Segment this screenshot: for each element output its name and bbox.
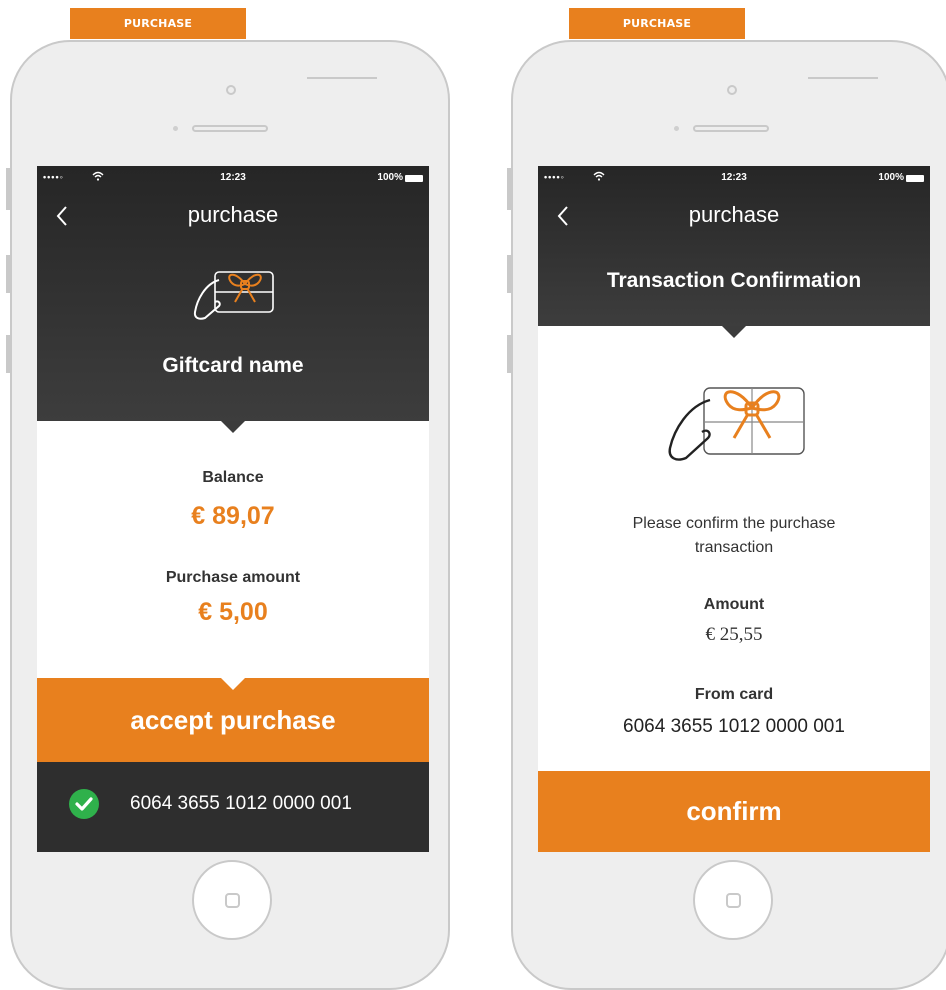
nav-title: purchase [688, 202, 780, 227]
confirm-message: Please confirm the purchase transaction [632, 515, 836, 556]
screen-right: ••••◦ 12:23 100% purchase Transaction Co… [538, 166, 930, 852]
phone-top-edge [808, 77, 878, 79]
screen-left: ••••◦ 12:23 100% purchase Giftcard name … [37, 166, 429, 852]
battery-percent: 100% [377, 172, 403, 183]
status-bar: ••••◦ 12:23 100% [37, 171, 429, 186]
proximity-sensor [674, 126, 679, 131]
status-bar: ••••◦ 12:23 100% [538, 171, 930, 186]
header-pointer [722, 326, 746, 338]
nav-title: purchase [187, 202, 279, 227]
header-pointer [221, 421, 245, 433]
proximity-sensor [173, 126, 178, 131]
amount-value: € 25,55 [705, 624, 763, 645]
home-square-icon [726, 893, 741, 908]
card-bar: 6064 3655 1012 0000 001 [37, 762, 429, 852]
purchase-tab-left: PURCHASE [70, 8, 246, 39]
earpiece-speaker [693, 125, 769, 132]
mute-switch [6, 168, 10, 210]
earpiece-speaker [192, 125, 268, 132]
giftcard-name: Giftcard name [162, 354, 304, 377]
amount-label: Amount [703, 596, 765, 613]
volume-up-button [507, 255, 511, 293]
balance-label: Balance [202, 469, 264, 486]
from-card-label: From card [694, 686, 774, 703]
transaction-heading: Transaction Confirmation [606, 269, 862, 292]
front-camera [226, 85, 236, 95]
battery-icon [906, 175, 924, 182]
confirm-label: confirm [686, 796, 782, 826]
header-panel: ••••◦ 12:23 100% purchase Transaction Co… [538, 166, 930, 326]
volume-down-button [6, 335, 10, 373]
status-time: 12:23 [220, 172, 246, 183]
accept-purchase-button[interactable]: accept purchase [37, 678, 429, 762]
card-number: 6064 3655 1012 0000 001 [130, 793, 352, 814]
battery-icon [405, 175, 423, 182]
accept-purchase-label: accept purchase [130, 704, 336, 735]
home-button[interactable] [192, 860, 272, 940]
home-square-icon [225, 893, 240, 908]
confirm-button[interactable]: confirm [538, 771, 930, 852]
purchase-amount-label: Purchase amount [165, 569, 301, 586]
nav-bar: purchase [538, 200, 930, 230]
from-card-value: 6064 3655 1012 0000 001 [623, 716, 845, 737]
button-notch [221, 678, 245, 690]
purchase-tab-right: PURCHASE [569, 8, 745, 39]
volume-up-button [6, 255, 10, 293]
balance-value: € 89,07 [191, 502, 275, 530]
phone-top-edge [307, 77, 377, 79]
volume-down-button [507, 335, 511, 373]
giftcard-hand-icon [668, 387, 805, 461]
purchase-amount-value: € 5,00 [198, 598, 268, 626]
home-button[interactable] [693, 860, 773, 940]
giftcard-hand-icon [193, 271, 274, 320]
battery-percent: 100% [878, 172, 904, 183]
check-circle-icon [69, 789, 99, 819]
front-camera [727, 85, 737, 95]
header-panel: ••••◦ 12:23 100% purchase Giftcard name [37, 166, 429, 421]
status-time: 12:23 [721, 172, 747, 183]
mute-switch [507, 168, 511, 210]
nav-bar: purchase [37, 200, 429, 230]
